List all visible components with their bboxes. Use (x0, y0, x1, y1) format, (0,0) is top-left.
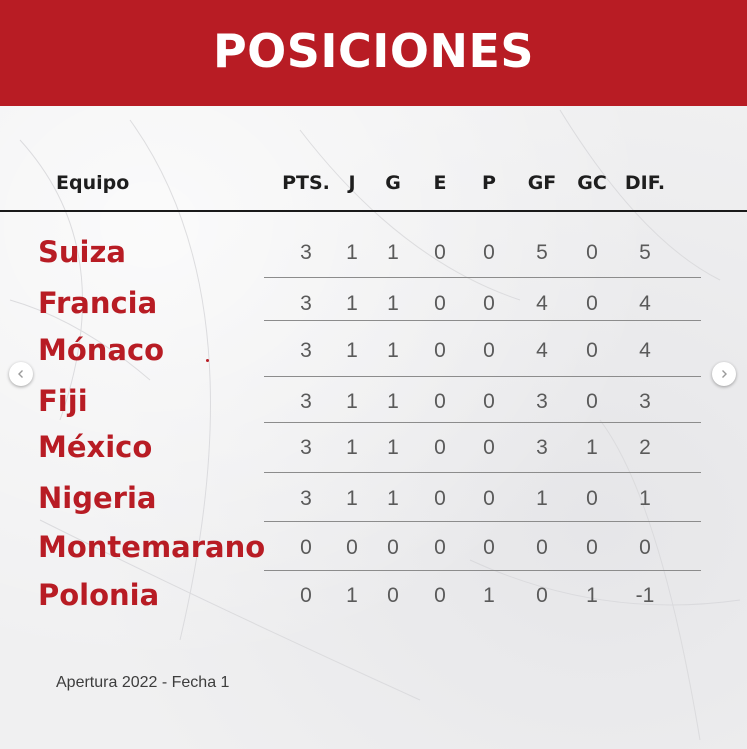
team-name: México (38, 430, 153, 464)
cell-dif: 3 (639, 390, 651, 413)
cell-p: 0 (483, 339, 495, 362)
cell-p: 0 (483, 487, 495, 510)
team-name: Montemarano (38, 530, 266, 564)
table-row: Polonia 0 1 0 0 1 0 1 -1 (0, 574, 747, 618)
table-row: Montemarano 0 0 0 0 0 0 0 0 (0, 526, 747, 570)
chevron-right-icon (722, 370, 727, 378)
cell-e: 0 (434, 339, 446, 362)
header-divider (0, 210, 747, 212)
scratch-texture (9, 109, 741, 741)
row-divider (264, 320, 701, 321)
team-name: Mónaco (38, 333, 165, 367)
column-header-dif: DIF. (624, 172, 666, 194)
team-name: Suiza (38, 235, 126, 269)
decorative-dot (206, 359, 209, 362)
column-header-gc: GC (577, 172, 607, 194)
chevron-left-icon (18, 370, 23, 378)
cell-dif: 4 (639, 292, 651, 315)
cell-g: 1 (387, 241, 399, 264)
cell-gc: 0 (586, 487, 598, 510)
table-row: México 3 1 1 0 0 3 1 2 (0, 426, 747, 470)
cell-p: 0 (483, 390, 495, 413)
row-divider (264, 521, 701, 522)
cell-p: 0 (483, 292, 495, 315)
cell-e: 0 (434, 584, 446, 607)
cell-dif: 5 (639, 241, 651, 264)
cell-e: 0 (434, 436, 446, 459)
cell-pts: 3 (300, 390, 312, 413)
cell-pts: 3 (300, 292, 312, 315)
cell-gc: 0 (586, 292, 598, 315)
cell-g: 1 (387, 390, 399, 413)
cell-g: 0 (387, 584, 399, 607)
cell-pts: 3 (300, 339, 312, 362)
cell-pts: 3 (300, 487, 312, 510)
previous-slide-button[interactable] (9, 362, 33, 386)
cell-pts: 3 (300, 436, 312, 459)
team-name: Francia (38, 286, 158, 320)
cell-pts: 0 (300, 536, 312, 559)
table-row: Nigeria 3 1 1 0 0 1 0 1 (0, 477, 747, 521)
cell-pts: 3 (300, 241, 312, 264)
row-divider (264, 570, 701, 571)
column-header-team: Equipo (56, 172, 130, 194)
cell-gc: 0 (586, 339, 598, 362)
cell-p: 0 (483, 241, 495, 264)
next-slide-button[interactable] (712, 362, 736, 386)
cell-gf: 0 (536, 584, 548, 607)
cell-gf: 0 (536, 536, 548, 559)
cell-e: 0 (434, 292, 446, 315)
table-row: Fiji 3 1 1 0 0 3 0 3 (0, 380, 747, 424)
team-name: Nigeria (38, 481, 157, 515)
cell-gc: 0 (586, 390, 598, 413)
cell-p: 0 (483, 436, 495, 459)
cell-e: 0 (434, 390, 446, 413)
row-divider (264, 376, 701, 377)
cell-gc: 1 (586, 436, 598, 459)
cell-gf: 4 (536, 339, 548, 362)
cell-e: 0 (434, 536, 446, 559)
cell-g: 1 (387, 487, 399, 510)
cell-p: 0 (483, 536, 495, 559)
cell-dif: 1 (639, 487, 651, 510)
cell-dif: 0 (639, 536, 651, 559)
cell-gf: 3 (536, 436, 548, 459)
column-header-p: P (482, 172, 496, 194)
cell-e: 0 (434, 487, 446, 510)
cell-p: 1 (483, 584, 495, 607)
page-title: POSICIONES (212, 24, 535, 78)
cell-gf: 1 (536, 487, 548, 510)
cell-pts: 0 (300, 584, 312, 607)
row-divider (264, 472, 701, 473)
team-name: Fiji (38, 384, 88, 418)
row-divider (264, 422, 701, 423)
cell-gf: 4 (536, 292, 548, 315)
cell-e: 0 (434, 241, 446, 264)
cell-g: 1 (387, 292, 399, 315)
footer-caption: Apertura 2022 - Fecha 1 (56, 674, 230, 691)
cell-gc: 0 (586, 536, 598, 559)
cell-gc: 1 (586, 584, 598, 607)
cell-g: 1 (387, 436, 399, 459)
cell-gf: 5 (536, 241, 548, 264)
row-divider (264, 277, 701, 278)
cell-gf: 3 (536, 390, 548, 413)
table-row: Mónaco 3 1 1 0 0 4 0 4 (0, 329, 747, 373)
cell-dif: 4 (639, 339, 651, 362)
cell-gc: 0 (586, 241, 598, 264)
table-row: Suiza 3 1 1 0 0 5 0 5 (0, 231, 747, 275)
cell-g: 0 (387, 536, 399, 559)
cell-dif: 2 (639, 436, 651, 459)
cell-dif: -1 (635, 584, 655, 607)
header-banner: POSICIONES (0, 0, 747, 106)
cell-g: 1 (387, 339, 399, 362)
team-name: Polonia (38, 578, 160, 612)
